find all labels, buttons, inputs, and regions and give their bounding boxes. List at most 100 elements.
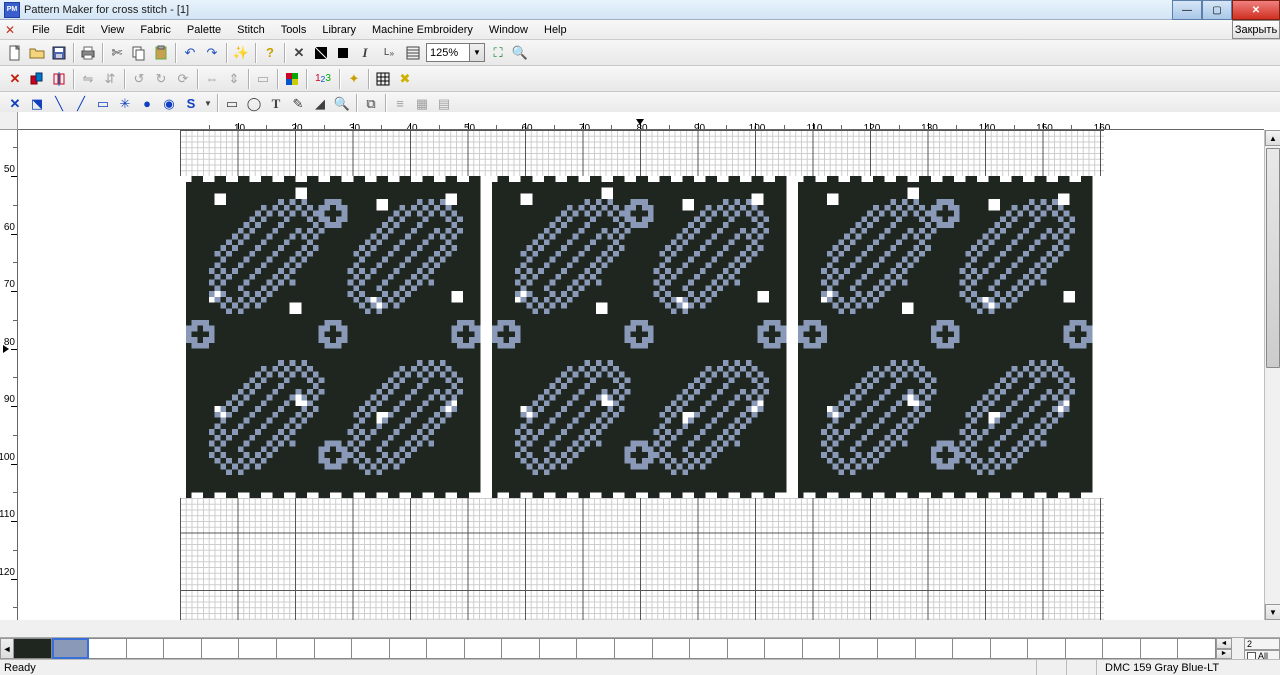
canvas-blank-left xyxy=(18,130,180,620)
close-secondary-button[interactable]: Закрыть xyxy=(1232,20,1280,39)
swatch-1[interactable] xyxy=(52,638,90,659)
highlight-button[interactable]: ✖ xyxy=(394,68,416,90)
block-button[interactable] xyxy=(332,42,354,64)
menu-view[interactable]: View xyxy=(93,22,133,38)
rotate-free-button[interactable]: ⟳ xyxy=(172,68,194,90)
minimize-button[interactable]: — xyxy=(1172,0,1202,20)
swatch-14[interactable] xyxy=(540,638,578,659)
redo-button[interactable]: ↷ xyxy=(201,42,223,64)
zoom-combo[interactable]: ▼ xyxy=(426,43,485,62)
swatch-21[interactable] xyxy=(803,638,841,659)
swatch-12[interactable] xyxy=(465,638,503,659)
swatch-6[interactable] xyxy=(239,638,277,659)
swatch-19[interactable] xyxy=(728,638,766,659)
vertical-scrollbar[interactable]: ▲ ▼ xyxy=(1264,130,1280,620)
ruler-horizontal[interactable]: 102030405060708090100110120130140150160 xyxy=(18,112,1264,130)
copy-button[interactable] xyxy=(128,42,150,64)
menu-fabric[interactable]: Fabric xyxy=(132,22,179,38)
swatch-29[interactable] xyxy=(1103,638,1141,659)
menu-machine-embroidery[interactable]: Machine Embroidery xyxy=(364,22,481,38)
swatch-7[interactable] xyxy=(277,638,315,659)
rotate-ccw-button[interactable]: ↺ xyxy=(128,68,150,90)
selection-dashed-button[interactable]: ▭ xyxy=(252,68,274,90)
swatch-27[interactable] xyxy=(1028,638,1066,659)
palette-scroll-left-btn[interactable]: ◄ xyxy=(1216,638,1232,649)
swatch-8[interactable] xyxy=(315,638,353,659)
rotate-cw-button[interactable]: ↻ xyxy=(150,68,172,90)
swatch-24[interactable] xyxy=(916,638,954,659)
swatch-16[interactable] xyxy=(615,638,653,659)
swatch-3[interactable] xyxy=(127,638,165,659)
swatch-20[interactable] xyxy=(765,638,803,659)
canvas[interactable] xyxy=(18,130,1264,620)
zoom-tool-button[interactable]: 🔍 xyxy=(509,42,531,64)
cut-button[interactable]: ✄ xyxy=(106,42,128,64)
help-button[interactable]: ? xyxy=(259,42,281,64)
palette-scroll-left[interactable]: ◄ xyxy=(0,638,14,659)
swatch-5[interactable] xyxy=(202,638,240,659)
undo-button[interactable]: ↶ xyxy=(179,42,201,64)
close-button[interactable]: ✕ xyxy=(1232,0,1280,20)
swatch-10[interactable] xyxy=(390,638,428,659)
zoom-fit-button[interactable]: ⛶ xyxy=(487,42,509,64)
menu-tools[interactable]: Tools xyxy=(273,22,315,38)
grid-toggle-button[interactable] xyxy=(372,68,394,90)
status-thread: DMC 159 Gray Blue-LT xyxy=(1096,660,1276,675)
wizard-button[interactable]: ✨ xyxy=(230,42,252,64)
symbols-button[interactable]: 123 xyxy=(310,68,336,90)
ruler-vertical[interactable]: 5060708090100110120130 xyxy=(0,130,18,620)
flip-h-button[interactable]: ⇋ xyxy=(77,68,99,90)
swatch-17[interactable] xyxy=(653,638,691,659)
palette-row-count[interactable]: 2 xyxy=(1244,638,1280,650)
swatch-9[interactable] xyxy=(352,638,390,659)
swatch-28[interactable] xyxy=(1066,638,1104,659)
save-button[interactable] xyxy=(48,42,70,64)
swatch-30[interactable] xyxy=(1141,638,1179,659)
swatch-31[interactable] xyxy=(1178,638,1216,659)
scroll-thumb[interactable] xyxy=(1266,148,1280,368)
zoom-dropdown-icon[interactable]: ▼ xyxy=(470,43,485,62)
zoom-input[interactable] xyxy=(426,43,470,62)
color-palette-button[interactable] xyxy=(281,68,303,90)
view-mode-button[interactable] xyxy=(402,42,424,64)
menu-edit[interactable]: Edit xyxy=(58,22,93,38)
palette-scroll-right-btn[interactable]: ► xyxy=(1216,649,1232,660)
center-v-button[interactable]: ⇕ xyxy=(223,68,245,90)
swatch-15[interactable] xyxy=(577,638,615,659)
menu-library[interactable]: Library xyxy=(314,22,364,38)
document-icon[interactable]: ✕ xyxy=(2,22,18,38)
full-stitch-button[interactable]: ✕ xyxy=(288,42,310,64)
menu-help[interactable]: Help xyxy=(536,22,575,38)
menu-file[interactable]: File xyxy=(24,22,58,38)
swatch-13[interactable] xyxy=(502,638,540,659)
half-stitch-button[interactable] xyxy=(310,42,332,64)
swatch-26[interactable] xyxy=(991,638,1029,659)
duplicate-button[interactable] xyxy=(26,68,48,90)
swatch-23[interactable] xyxy=(878,638,916,659)
swatch-11[interactable] xyxy=(427,638,465,659)
maximize-button[interactable]: ▢ xyxy=(1202,0,1232,20)
open-button[interactable] xyxy=(26,42,48,64)
toolbar-standard: ✄ ↶ ↷ ✨ ? ✕ I L» ▼ ⛶ 🔍 xyxy=(0,40,1280,66)
menu-window[interactable]: Window xyxy=(481,22,536,38)
scroll-up-button[interactable]: ▲ xyxy=(1265,130,1280,146)
center-h-button[interactable]: ⇔ xyxy=(201,68,223,90)
menu-palette[interactable]: Palette xyxy=(179,22,229,38)
scroll-down-button[interactable]: ▼ xyxy=(1265,604,1280,620)
mirror-button[interactable] xyxy=(48,68,70,90)
italic-button[interactable]: I xyxy=(354,42,376,64)
delete-button[interactable]: ✕ xyxy=(4,68,26,90)
sparkle-button[interactable]: ✦ xyxy=(343,68,365,90)
print-button[interactable] xyxy=(77,42,99,64)
menu-stitch[interactable]: Stitch xyxy=(229,22,273,38)
swatch-0[interactable] xyxy=(14,638,52,659)
flip-v-button[interactable]: ⇵ xyxy=(99,68,121,90)
text-direction-button[interactable]: L» xyxy=(376,42,402,64)
swatch-25[interactable] xyxy=(953,638,991,659)
swatch-22[interactable] xyxy=(840,638,878,659)
paste-button[interactable] xyxy=(150,42,172,64)
swatch-18[interactable] xyxy=(690,638,728,659)
swatch-2[interactable] xyxy=(89,638,127,659)
swatch-4[interactable] xyxy=(164,638,202,659)
new-button[interactable] xyxy=(4,42,26,64)
